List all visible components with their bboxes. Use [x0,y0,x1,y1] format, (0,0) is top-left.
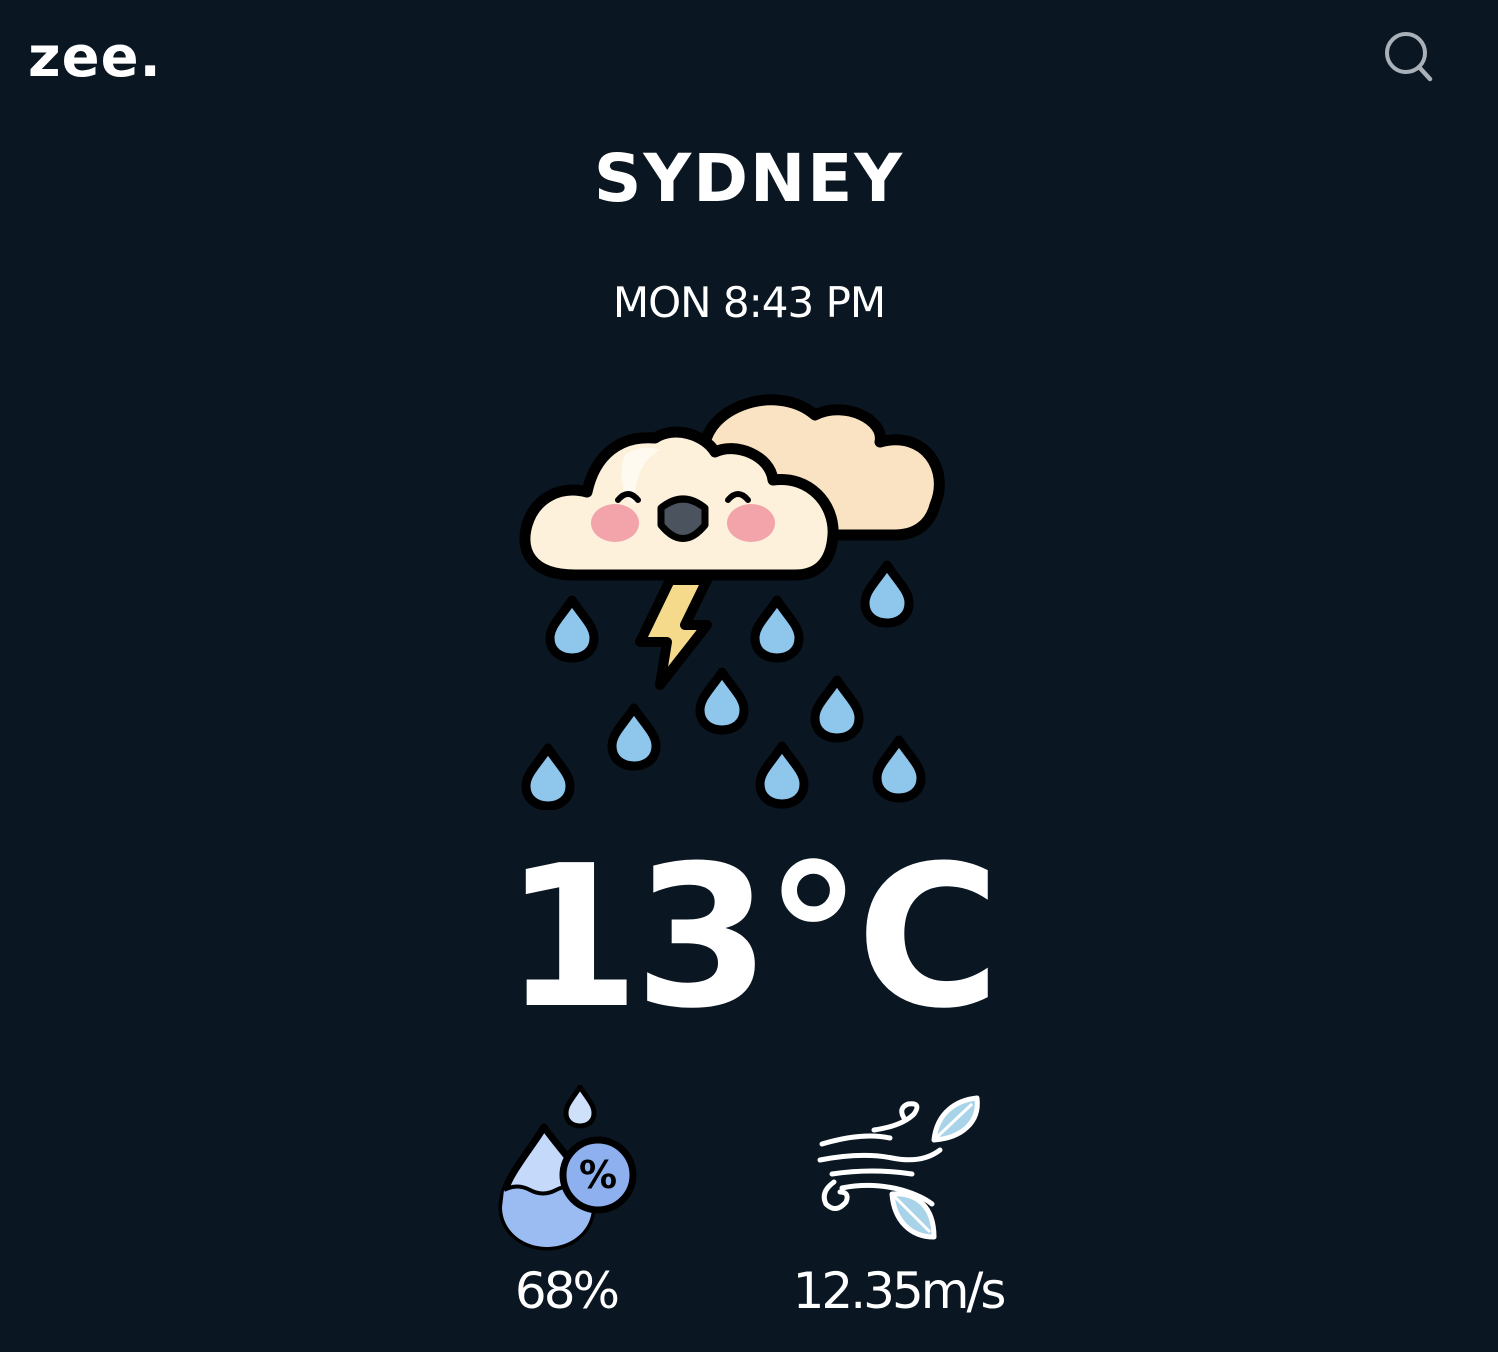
city-name: SYDNEY [593,140,905,217]
app-logo[interactable]: zee. [28,30,162,86]
search-icon[interactable] [1380,28,1436,84]
svg-text:%: % [579,1153,617,1197]
wind-icon [812,1092,987,1242]
humidity-value: 68% [514,1262,620,1320]
temperature-value: 13°C [503,824,1001,1052]
humidity-icon: % [492,1082,642,1253]
thunderstorm-rain-icon [515,380,955,811]
wind-value: 12.35m/s [792,1262,1007,1320]
current-datetime: MON 8:43 PM [612,278,886,327]
